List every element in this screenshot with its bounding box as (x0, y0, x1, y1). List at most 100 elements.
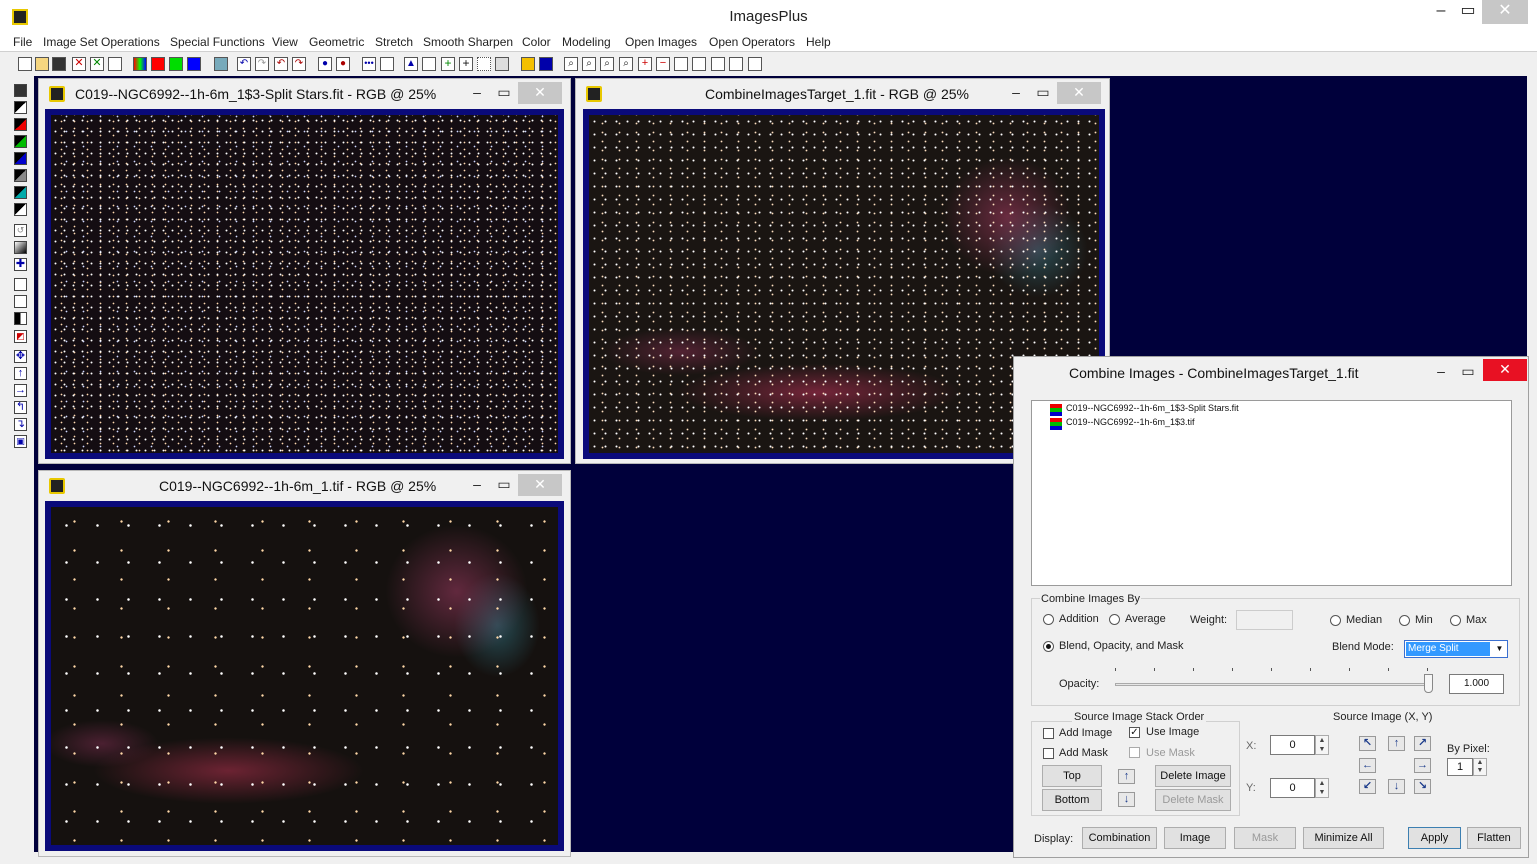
zoom-in-icon[interactable]: ⌕ (564, 57, 578, 71)
dialog-maximize-button[interactable]: ▭ (1455, 361, 1481, 383)
delete-image-button[interactable]: Delete Image (1155, 765, 1231, 787)
mask-on-icon[interactable]: ● (318, 57, 332, 71)
rgb-channels-icon[interactable] (133, 57, 147, 71)
star-field-image[interactable] (51, 115, 558, 453)
open-icon[interactable] (35, 57, 49, 71)
bottom-button[interactable]: Bottom (1042, 789, 1102, 811)
opacity-slider-thumb[interactable] (1424, 674, 1433, 693)
addition-radio[interactable] (1043, 614, 1054, 625)
copy-icon[interactable] (108, 57, 122, 71)
rotate-icon[interactable]: ↺ (14, 224, 27, 237)
levels-icon[interactable] (422, 57, 436, 71)
zoom-plus-icon[interactable]: + (638, 57, 652, 71)
min-radio[interactable] (1399, 615, 1410, 626)
mask-off-icon[interactable]: ● (336, 57, 350, 71)
app-maximize-button[interactable]: ▭ (1455, 0, 1481, 24)
crosshair-icon[interactable]: + (459, 57, 473, 71)
app-minimize-button[interactable]: ‒ (1428, 0, 1454, 24)
max-radio[interactable] (1450, 615, 1461, 626)
add-mask-checkbox[interactable] (1043, 748, 1054, 759)
zoom-fit-icon[interactable]: ⌕ (600, 57, 614, 71)
cyan-channel-icon[interactable] (14, 186, 27, 199)
window-minimize-button[interactable]: ‒ (464, 474, 490, 496)
menu-help[interactable]: Help (806, 35, 831, 49)
menu-file[interactable]: File (13, 35, 32, 49)
gradient-icon[interactable] (14, 241, 27, 254)
window-maximize-button[interactable]: ▭ (491, 82, 517, 104)
red-channel-icon[interactable] (151, 57, 165, 71)
by-pixel-field[interactable]: 1 (1447, 758, 1473, 776)
image-window-tif[interactable]: C019--NGC6992--1h-6m_1.tif - RGB @ 25% ‒… (38, 470, 571, 857)
zoom-reset-icon[interactable]: ⌕ (619, 57, 633, 71)
arrow-down-right-icon[interactable]: ↘ (1414, 779, 1431, 794)
menu-modeling[interactable]: Modeling (562, 35, 611, 49)
apply-button[interactable]: Apply (1408, 827, 1461, 849)
green-channel-icon[interactable] (14, 135, 27, 148)
zoom-out-icon[interactable]: ⌕ (582, 57, 596, 71)
redo-all-icon[interactable]: ↷ (292, 57, 306, 71)
arrow-down-left-icon[interactable]: ↙ (1359, 779, 1376, 794)
mask-button[interactable]: Mask (1234, 827, 1296, 849)
menu-image-set-operations[interactable]: Image Set Operations (43, 35, 160, 49)
nebula-image[interactable] (51, 507, 558, 845)
use-mask-checkbox[interactable] (1129, 747, 1140, 758)
arrow-down-icon[interactable]: ↓ (1388, 779, 1405, 794)
turn-down-icon[interactable]: ↴ (14, 418, 27, 431)
save-icon[interactable] (14, 84, 27, 97)
y-offset-field[interactable]: 0 (1270, 778, 1315, 798)
x-offset-spinner[interactable]: ▲ ▼ (1315, 735, 1329, 755)
save-icon[interactable] (52, 57, 66, 71)
delete-mask-button[interactable]: Delete Mask (1155, 789, 1231, 811)
x-offset-field[interactable]: 0 (1270, 735, 1315, 755)
average-radio[interactable] (1109, 614, 1120, 625)
arrow-left-icon[interactable]: ← (1359, 758, 1376, 773)
menu-special-functions[interactable]: Special Functions (170, 35, 265, 49)
opacity-value-field[interactable]: 1.000 (1449, 674, 1504, 694)
weight-field[interactable] (1236, 610, 1293, 630)
app-close-button[interactable]: ✕ (1482, 0, 1528, 24)
zoom-200-icon[interactable] (729, 57, 743, 71)
undo-all-icon[interactable]: ↶ (274, 57, 288, 71)
window-maximize-button[interactable]: ▭ (1030, 82, 1056, 104)
red-channel-icon[interactable] (14, 118, 27, 131)
add-image-checkbox[interactable] (1043, 728, 1054, 739)
menu-open-images[interactable]: Open Images (625, 35, 697, 49)
by-pixel-spinner[interactable]: ▲ ▼ (1473, 758, 1487, 776)
blue-channel-icon[interactable] (187, 57, 201, 71)
top-button[interactable]: Top (1042, 765, 1102, 787)
star-cross-icon[interactable]: ✚ (14, 258, 27, 271)
new-icon[interactable] (18, 57, 32, 71)
zoom-100-icon[interactable] (711, 57, 725, 71)
dialog-minimize-button[interactable]: ‒ (1428, 361, 1454, 383)
grid-icon[interactable] (214, 57, 228, 71)
opacity-slider-track[interactable] (1115, 683, 1433, 686)
window-minimize-button[interactable]: ‒ (464, 82, 490, 104)
move-up-icon[interactable]: ↑ (1118, 769, 1135, 784)
menu-stretch[interactable]: Stretch (375, 35, 413, 49)
dialog-close-button[interactable]: ✕ (1483, 359, 1527, 381)
zoom-50-icon[interactable] (692, 57, 706, 71)
histogram-icon[interactable]: ▲ (404, 57, 418, 71)
plus-icon[interactable]: + (441, 57, 455, 71)
close-all-icon[interactable]: ✕ (90, 57, 104, 71)
blue-channel-icon[interactable] (14, 152, 27, 165)
table-icon[interactable] (539, 57, 553, 71)
window-close-button[interactable]: ✕ (518, 474, 562, 496)
half-icon[interactable] (14, 312, 27, 325)
chevron-down-icon[interactable]: ▼ (1492, 641, 1507, 657)
luminance-icon[interactable] (14, 169, 27, 182)
window-title-bar[interactable]: C019--NGC6992--1h-6m_1$3-Split Stars.fit… (39, 79, 570, 109)
frame-icon[interactable] (14, 278, 27, 291)
undo-icon[interactable]: ↶ (237, 57, 251, 71)
green-channel-icon[interactable] (169, 57, 183, 71)
arrow-up-icon[interactable]: ↑ (1388, 736, 1405, 751)
blend-mode-select[interactable]: Merge Split ▼ (1404, 640, 1508, 658)
window-maximize-button[interactable]: ▭ (491, 474, 517, 496)
layers-icon[interactable]: ▣ (14, 435, 27, 448)
crop-icon[interactable]: ◩ (14, 330, 27, 343)
flatten-button[interactable]: Flatten (1467, 827, 1521, 849)
menu-open-operators[interactable]: Open Operators (709, 35, 795, 49)
window-close-button[interactable]: ✕ (1057, 82, 1101, 104)
window-minimize-button[interactable]: ‒ (1003, 82, 1029, 104)
redo-icon[interactable]: ↷ (255, 57, 269, 71)
